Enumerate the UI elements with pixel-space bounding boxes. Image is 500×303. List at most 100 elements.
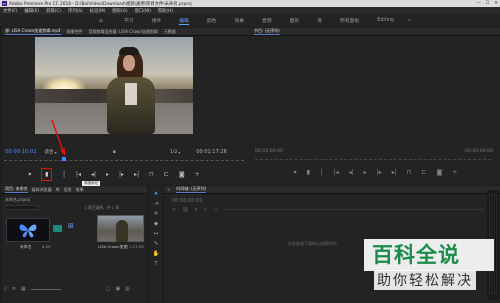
export-frame-icon[interactable]: ◙ [437, 169, 443, 176]
play-icon[interactable]: ▸ [106, 171, 109, 178]
list-view-icon[interactable]: ≡ [12, 286, 16, 292]
tools-panel: ➤ ⇥ ✛ ◆ ↔ ✎ ✋ T [150, 186, 162, 303]
workspace-learning[interactable]: 学习 [124, 17, 134, 24]
home-icon[interactable]: ⌂ [99, 17, 106, 24]
menu-graphics[interactable]: 图形(G) [112, 8, 127, 14]
trash-icon[interactable]: ▥ [125, 286, 130, 292]
source-current-timecode[interactable]: 00:00:10:02 [5, 149, 37, 155]
ripple-edit-icon[interactable]: ✛ [154, 211, 159, 217]
tab-effect-controls[interactable]: 效果控件 [67, 29, 83, 35]
workspace-editing-custom[interactable]: Editing [377, 18, 394, 23]
watermark-subtitle: 助你轻松解决 [374, 270, 476, 290]
lift-icon[interactable]: ⊓ [407, 169, 412, 176]
add-marker-icon[interactable]: ▮ [307, 169, 310, 176]
tab-audio-clip-mixer[interactable]: 音频剪辑混合器: LISA Crown加速剪辑 [89, 29, 158, 35]
video-person-cap [119, 47, 139, 55]
step-forward-icon[interactable]: |▸ [377, 169, 382, 176]
project-item-name[interactable]: 未命名 [20, 244, 31, 250]
new-item-icon[interactable]: ▣ [115, 286, 120, 292]
tab-project[interactable]: 项目: 未命名 [5, 186, 28, 193]
tab-metadata[interactable]: 元数据 [164, 29, 176, 35]
menu-clip[interactable]: 剪辑(C) [46, 8, 61, 14]
tab-program[interactable]: 节目: (无序列) [254, 28, 280, 35]
tab-libraries[interactable]: 库 [56, 187, 60, 193]
clip-thumbnail[interactable] [97, 215, 144, 242]
pen-icon[interactable]: ✎ [154, 241, 159, 247]
go-to-out-icon[interactable]: ▸| [134, 171, 139, 178]
new-bin-icon[interactable]: ▢ [106, 286, 111, 292]
maximize-button[interactable]: ☐ [486, 1, 490, 6]
tab-media-browser[interactable]: 媒体浏览器 [32, 187, 52, 193]
hand-icon[interactable]: ✋ [153, 251, 160, 257]
workspace-bar: ⌂ 学习 组件 编辑 颜色 效果 音频 图形 库 所有面板 Editing » [0, 14, 500, 27]
mark-in-icon[interactable]: ▾ [294, 169, 297, 176]
workspace-libraries[interactable]: 库 [317, 17, 322, 24]
tab-effects[interactable]: 效果 [76, 187, 84, 193]
add-marker-icon[interactable]: ▾ [195, 207, 198, 213]
menu-window[interactable]: 窗口(W) [135, 8, 151, 14]
mark-out-icon[interactable]: │ [320, 169, 324, 176]
go-to-in-icon[interactable]: |◂ [334, 169, 339, 176]
minimize-button[interactable]: — [476, 1, 480, 6]
export-frame-icon[interactable]: ◙ [179, 171, 185, 178]
project-search-input[interactable] [5, 205, 39, 210]
selection-tool-icon[interactable]: ➤ [154, 191, 159, 197]
video-person-shirt [125, 83, 137, 105]
project-item-name[interactable]: LISA Crown加速剪辑... [98, 244, 128, 250]
overwrite-icon[interactable]: ⊏ [164, 171, 169, 178]
tab-timeline[interactable]: 时间轴: (无序列) [176, 186, 207, 193]
linked-selection-icon[interactable]: ⛓ [182, 207, 188, 213]
icon-view-icon[interactable]: ▦ [21, 286, 26, 292]
track-select-icon[interactable]: ⇥ [154, 201, 159, 207]
slip-icon[interactable]: ↔ [154, 231, 159, 237]
project-item-duration: 4:20 [42, 244, 51, 249]
go-to-in-icon[interactable]: |◂ [76, 171, 81, 178]
timeline-timecode[interactable]: 00:00:00:00 [172, 198, 203, 204]
snap-icon[interactable]: ⊂ [172, 207, 176, 213]
menu-sequence[interactable]: 序列(S) [68, 8, 83, 14]
program-time-ruler[interactable] [255, 156, 491, 160]
close-icon[interactable]: ✕ [167, 187, 170, 192]
close-button[interactable]: ✕ [494, 1, 498, 6]
wrench-icon[interactable]: ▪ [113, 149, 116, 155]
razor-icon[interactable]: ◆ [154, 221, 158, 227]
timeline-settings-icon[interactable]: ✧ [203, 207, 207, 213]
step-back-icon[interactable]: ◂| [349, 169, 354, 176]
timeline-toolbar: ⊂ ⛓ ▾ ✧ ▭ [172, 207, 218, 213]
add-marker-button[interactable]: ▮ [41, 168, 53, 181]
program-transport-controls: ▾ ▮ │ |◂ ◂| ▸ |▸ ▸| ⊓ ⊏ ◙ + [251, 169, 500, 176]
tab-info[interactable]: 信息 [64, 187, 72, 193]
mark-out-icon[interactable]: │ [62, 171, 66, 178]
captions-icon[interactable]: ▭ [213, 207, 218, 213]
plus-icon[interactable]: + [452, 169, 457, 176]
mark-in-icon[interactable]: ▾ [28, 171, 31, 178]
timeline-ruler[interactable] [224, 206, 484, 210]
go-to-out-icon[interactable]: ▸| [392, 169, 397, 176]
workspace-effects[interactable]: 效果 [234, 17, 244, 24]
workspace-editing[interactable]: 编辑 [179, 17, 189, 25]
menu-help[interactable]: 帮助(H) [158, 8, 173, 14]
menu-edit[interactable]: 编辑(E) [24, 8, 39, 14]
workspace-audio[interactable]: 音频 [262, 17, 272, 24]
insert-icon[interactable]: ⊓ [149, 171, 154, 178]
lock-icon[interactable]: ▯ [4, 286, 7, 292]
workspace-color[interactable]: 颜色 [207, 17, 217, 24]
step-back-icon[interactable]: ◂| [91, 171, 96, 178]
tab-source[interactable]: 源: LISA Crown加速剪辑.mp4 [5, 28, 61, 35]
source-resolution-select[interactable]: 1/2 [170, 150, 177, 155]
workspace-more-button[interactable]: » [408, 18, 411, 23]
type-icon[interactable]: T [154, 261, 157, 267]
program-current-timecode[interactable]: 00:00:00:00 [255, 149, 283, 154]
play-icon[interactable]: ▸ [364, 169, 367, 176]
menu-markers[interactable]: 标记(M) [90, 8, 106, 14]
source-time-ruler[interactable] [4, 156, 244, 161]
step-forward-icon[interactable]: |▸ [119, 171, 124, 178]
zoom-slider[interactable] [30, 288, 61, 290]
menu-file[interactable]: 文件(F) [3, 8, 17, 14]
extract-icon[interactable]: ⊏ [421, 169, 426, 176]
workspace-assembly[interactable]: 组件 [152, 17, 162, 24]
workspace-all-panels[interactable]: 所有面板 [340, 17, 359, 24]
plus-icon[interactable]: + [195, 171, 200, 178]
workspace-graphics[interactable]: 图形 [290, 17, 300, 24]
sequence-thumbnail[interactable] [6, 218, 50, 242]
